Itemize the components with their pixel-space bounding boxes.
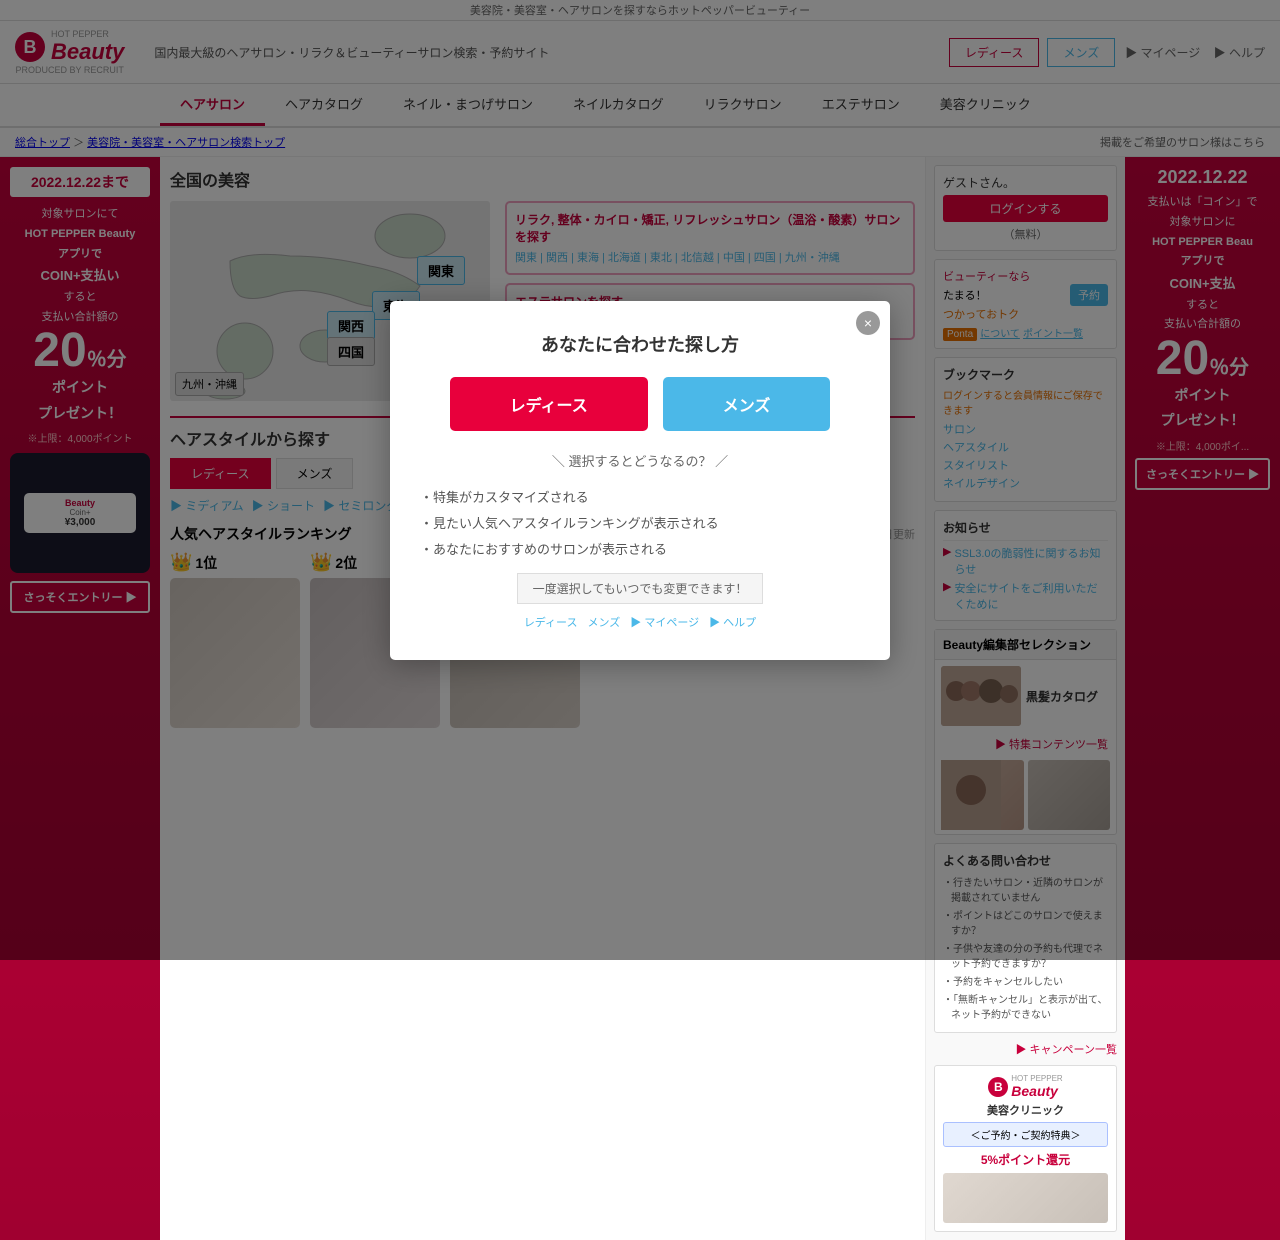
clinic-title: 美容クリニック bbox=[943, 1102, 1108, 1118]
campaign-list-link[interactable]: ▶ キャンペーン一覧 bbox=[1015, 1044, 1117, 1056]
modal-buttons: レディース メンズ bbox=[420, 377, 860, 431]
modal-note: 一度選択してもいつでも変更できます！ bbox=[517, 573, 764, 604]
modal-ladies-button[interactable]: レディース bbox=[450, 377, 648, 431]
modal-footer-help[interactable]: ▶ ヘルプ bbox=[709, 614, 756, 630]
modal-mens-button[interactable]: メンズ bbox=[663, 377, 831, 431]
modal-divider: ＼ 選択するとどうなるの？ ／ bbox=[420, 451, 860, 470]
modal-close-button[interactable]: × bbox=[856, 311, 880, 335]
clinic-logo-b: B bbox=[988, 1077, 1008, 1097]
beauty-clinic-banner: B HOT PEPPER Beauty 美容クリニック ＜ご予約・ご契約特典＞ … bbox=[934, 1065, 1117, 1232]
modal-footer-mens[interactable]: メンズ bbox=[588, 614, 621, 630]
gender-selection-modal: × あなたに合わせた探し方 レディース メンズ ＼ 選択するとどうなるの？ ／ … bbox=[390, 301, 890, 660]
clinic-percent: 5%ポイント還元 bbox=[943, 1151, 1108, 1168]
modal-footer: レディース メンズ ▶ マイページ ▶ ヘルプ bbox=[420, 614, 860, 630]
modal-overlay[interactable]: × あなたに合わせた探し方 レディース メンズ ＼ 選択するとどうなるの？ ／ … bbox=[0, 0, 1280, 960]
clinic-note: ＜ご予約・ご契約特典＞ bbox=[943, 1122, 1108, 1147]
benefit-1: 特集がカスタマイズされる bbox=[420, 485, 860, 511]
modal-benefits: 特集がカスタマイズされる 見たい人気ヘアスタイルランキングが表示される あなたに… bbox=[420, 485, 860, 563]
campaign-link: ▶ キャンペーン一覧 bbox=[934, 1041, 1117, 1057]
clinic-logo-text: HOT PEPPER Beauty bbox=[1011, 1074, 1062, 1099]
faq-item-5: ・「無断キャンセル」と表示が出て、ネット予約ができない bbox=[943, 991, 1108, 1021]
modal-title: あなたに合わせた探し方 bbox=[420, 331, 860, 357]
benefit-3: あなたにおすすめのサロンが表示される bbox=[420, 537, 860, 563]
clinic-logo: B HOT PEPPER Beauty bbox=[943, 1074, 1108, 1099]
clinic-image bbox=[943, 1173, 1108, 1223]
benefit-2: 見たい人気ヘアスタイルランキングが表示される bbox=[420, 511, 860, 537]
modal-footer-mypage[interactable]: ▶ マイページ bbox=[630, 614, 699, 630]
modal-footer-ladies[interactable]: レディース bbox=[524, 614, 578, 630]
faq-item-4: ・予約をキャンセルしたい bbox=[943, 973, 1108, 988]
